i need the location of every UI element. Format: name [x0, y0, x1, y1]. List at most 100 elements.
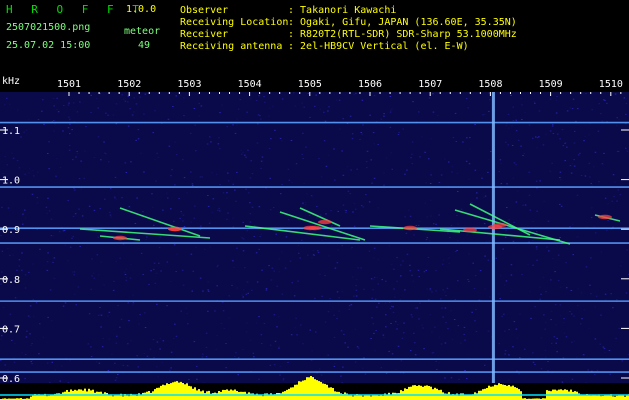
histogram-bar [492, 386, 494, 400]
noise-speck [73, 189, 76, 191]
noise-speck [517, 190, 519, 192]
noise-speck [462, 141, 464, 143]
noise-speck [457, 280, 459, 282]
noise-speck [24, 378, 26, 380]
noise-speck [309, 329, 311, 331]
noise-speck [298, 252, 300, 254]
noise-speck [389, 96, 392, 97]
noise-speck [93, 277, 96, 279]
histogram-bar [468, 395, 470, 400]
noise-speck [519, 357, 521, 359]
noise-speck [144, 327, 147, 328]
noise-speck [566, 110, 569, 112]
histogram-bar [370, 396, 372, 400]
noise-speck [575, 120, 577, 122]
noise-speck [226, 126, 228, 128]
noise-speck [217, 264, 219, 266]
noise-speck [205, 356, 208, 358]
noise-speck [281, 140, 283, 142]
noise-speck [81, 215, 84, 217]
noise-speck [90, 94, 92, 96]
noise-speck [90, 356, 93, 357]
noise-speck [436, 369, 438, 370]
noise-speck [32, 263, 34, 265]
noise-speck [107, 114, 109, 116]
histogram-bar [418, 385, 420, 400]
noise-speck [547, 220, 550, 222]
noise-speck [144, 312, 146, 314]
histogram-bar [156, 387, 158, 400]
noise-speck [466, 234, 468, 236]
x-tick-label: 1508 [478, 79, 502, 90]
noise-speck [127, 125, 130, 127]
noise-speck [249, 339, 252, 341]
histogram-bar [576, 391, 578, 400]
noise-speck [143, 353, 146, 354]
noise-speck [431, 331, 433, 333]
noise-speck [512, 177, 515, 179]
noise-speck [625, 102, 628, 104]
noise-speck [580, 292, 583, 294]
noise-speck [455, 251, 457, 253]
noise-speck [201, 356, 204, 358]
noise-speck [123, 98, 125, 100]
noise-speck [552, 124, 554, 126]
noise-speck [305, 146, 307, 148]
noise-speck [130, 263, 132, 265]
noise-speck [442, 259, 445, 261]
noise-speck [218, 207, 220, 209]
noise-speck [217, 209, 219, 211]
noise-speck [351, 247, 353, 249]
noise-speck [208, 222, 211, 224]
noise-speck [572, 223, 574, 225]
noise-speck [410, 157, 412, 159]
noise-speck [360, 132, 362, 133]
noise-speck [222, 192, 225, 194]
noise-speck [9, 254, 11, 256]
histogram-bar [430, 386, 432, 400]
histogram-bar [48, 395, 50, 400]
noise-speck [114, 176, 117, 178]
noise-speck [67, 200, 69, 202]
noise-speck [536, 147, 538, 149]
noise-speck [98, 362, 101, 364]
noise-speck [69, 145, 71, 146]
noise-speck [559, 171, 562, 173]
noise-speck [506, 207, 508, 208]
noise-speck [551, 162, 553, 164]
noise-speck [239, 99, 242, 101]
noise-speck [175, 95, 177, 97]
noise-speck [53, 105, 55, 107]
noise-speck [524, 348, 526, 350]
noise-speck [573, 340, 576, 342]
noise-speck [256, 142, 259, 144]
noise-speck [116, 335, 118, 337]
histogram-bar [96, 391, 98, 400]
noise-speck [139, 314, 141, 316]
noise-speck [348, 308, 351, 310]
noise-speck [190, 221, 193, 223]
noise-speck [557, 280, 560, 282]
noise-speck [507, 144, 509, 146]
histogram-bar [276, 393, 278, 400]
noise-speck [352, 211, 354, 213]
noise-speck [621, 360, 623, 362]
noise-speck [115, 103, 118, 105]
noise-speck [354, 328, 357, 330]
noise-speck [244, 154, 246, 156]
noise-speck [327, 154, 330, 156]
noise-speck [191, 290, 193, 292]
noise-speck [390, 305, 393, 307]
noise-speck [518, 373, 520, 375]
noise-speck [54, 123, 56, 125]
noise-speck [368, 201, 371, 203]
noise-speck [466, 137, 468, 139]
noise-speck [137, 366, 139, 368]
noise-speck [11, 152, 13, 154]
noise-speck [52, 261, 54, 263]
noise-speck [390, 323, 392, 324]
noise-speck [355, 285, 357, 287]
noise-speck [100, 261, 102, 263]
noise-speck [363, 288, 365, 290]
noise-speck [350, 248, 352, 250]
